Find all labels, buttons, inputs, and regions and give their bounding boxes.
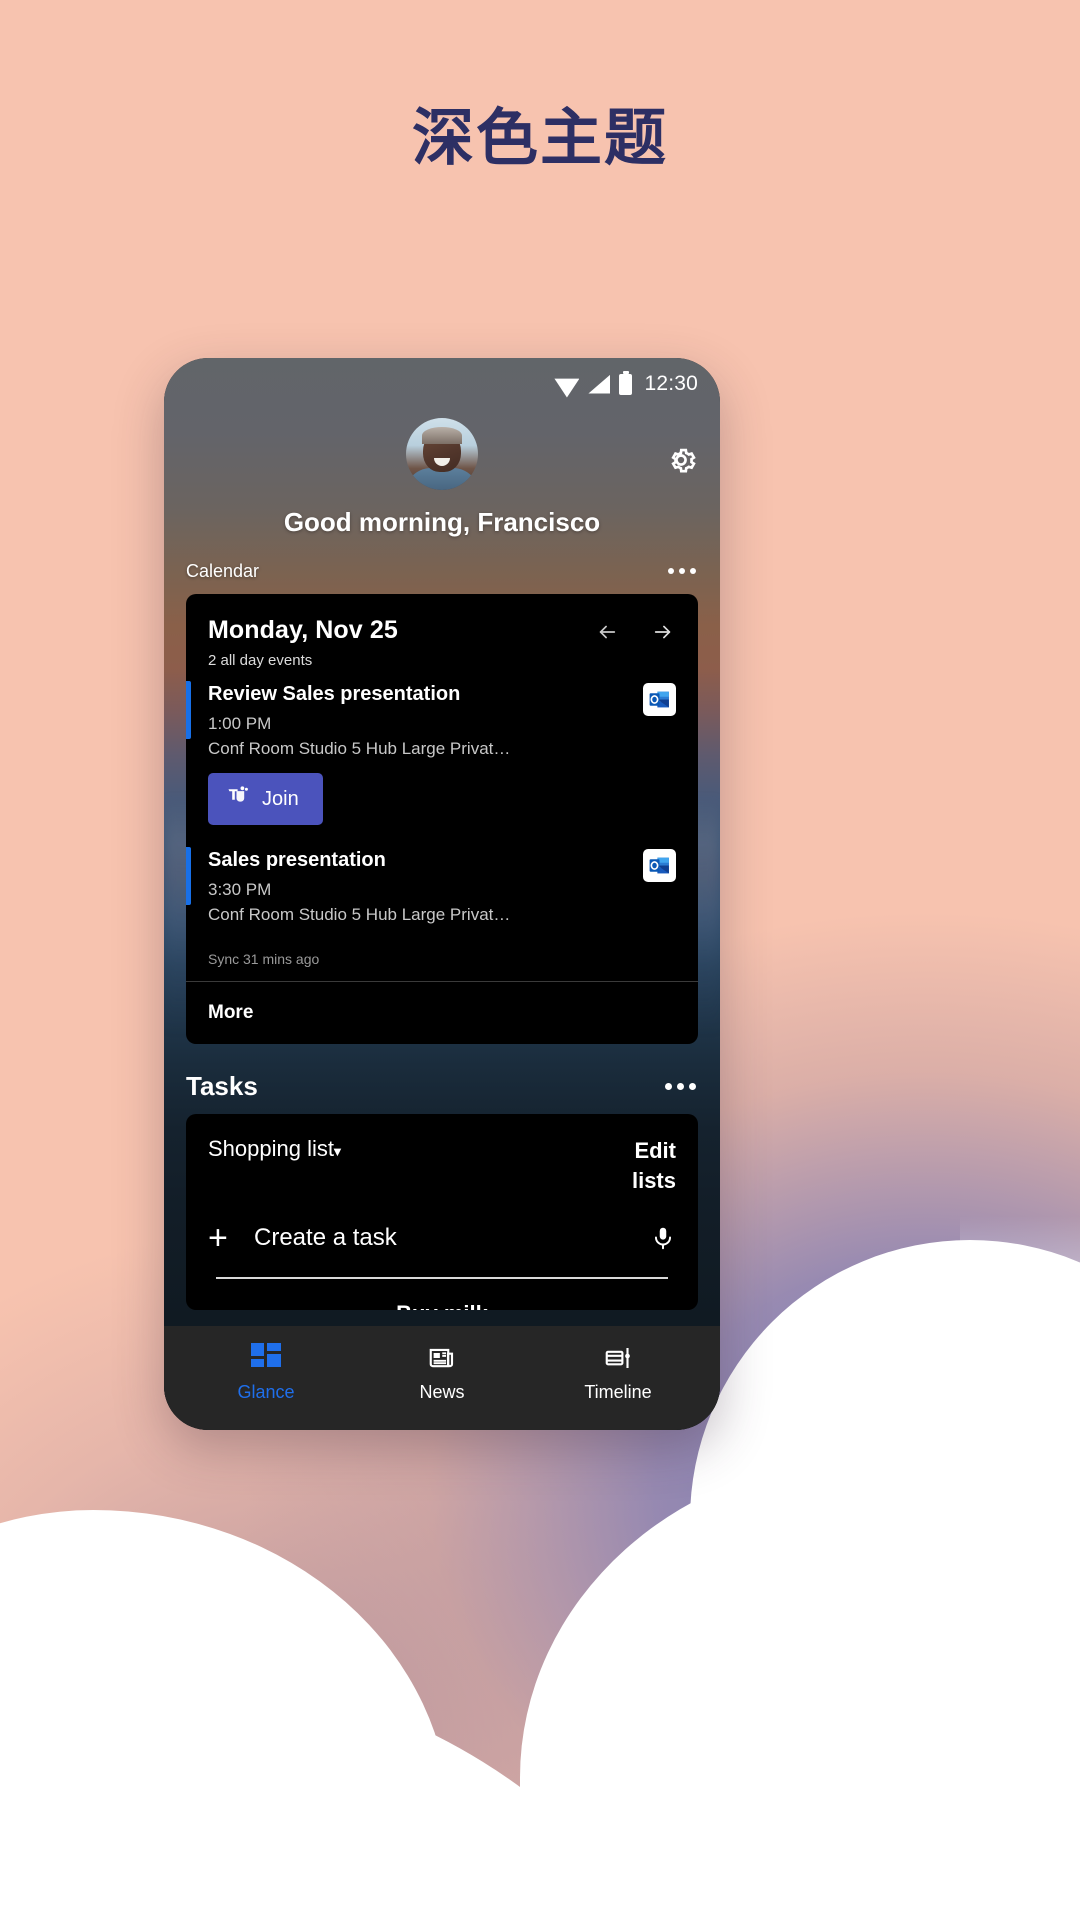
glance-content: Calendar Monday, Nov 25 2 all day events: [164, 548, 720, 1430]
tasks-section-label: Tasks: [186, 1070, 258, 1101]
avatar[interactable]: [406, 418, 478, 490]
event-accent-bar: [186, 847, 191, 905]
nav-label-news: News: [419, 1382, 465, 1402]
page-root: 深色主题 12:30 Good morning, Francisco Calen…: [0, 0, 1080, 1920]
bottom-navigation: Glance News Timeline: [164, 1326, 720, 1430]
phone-mockup: 12:30 Good morning, Francisco Calendar M…: [164, 358, 720, 1430]
profile-header: Good morning, Francisco: [164, 418, 720, 538]
create-task-row[interactable]: + Create a task: [208, 1221, 676, 1255]
greeting-text: Good morning, Francisco: [283, 507, 601, 537]
wifi-icon: [554, 375, 580, 398]
event-time: 1:00 PM: [208, 714, 272, 733]
event-title: Sales presentation: [208, 849, 386, 871]
join-button[interactable]: Join: [208, 773, 323, 825]
input-underline: [216, 1277, 668, 1279]
arrow-left-icon[interactable]: [594, 621, 620, 643]
calendar-subtitle: 2 all day events: [208, 652, 313, 669]
status-bar: 12:30: [164, 358, 720, 410]
create-task-input[interactable]: Create a task: [254, 1224, 650, 1252]
more-options-icon[interactable]: [666, 560, 698, 582]
event-location: Conf Room Studio 5 Hub Large Privat…: [208, 905, 511, 924]
chevron-down-icon: ▼: [330, 1144, 344, 1159]
calendar-section-label: Calendar: [186, 560, 260, 581]
edit-lists-button[interactable]: Edit lists: [604, 1136, 676, 1195]
battery-icon: [619, 370, 633, 395]
nav-item-timeline[interactable]: Timeline: [530, 1343, 706, 1403]
join-button-label: Join: [262, 787, 299, 810]
tasks-card: Shopping list ▼ Edit lists + Create a ta…: [186, 1114, 698, 1310]
nav-label-glance: Glance: [237, 1382, 295, 1402]
task-list-selector[interactable]: Shopping list ▼: [208, 1136, 344, 1162]
nav-item-news[interactable]: News: [354, 1343, 530, 1403]
calendar-date: Monday, Nov 25: [208, 616, 398, 644]
glance-grid-icon: [251, 1343, 281, 1373]
event-time: 3:30 PM: [208, 880, 272, 899]
cellular-signal-icon: [588, 374, 611, 394]
calendar-event[interactable]: Review Sales presentation 1:00 PM Conf R…: [186, 669, 698, 835]
teams-icon: [226, 784, 250, 814]
microphone-icon[interactable]: [650, 1222, 676, 1254]
nav-item-glance[interactable]: Glance: [178, 1343, 354, 1403]
event-title: Review Sales presentation: [208, 683, 461, 705]
task-item[interactable]: Buy milk: [208, 1301, 676, 1310]
calendar-card: Monday, Nov 25 2 all day events Review S…: [186, 594, 698, 1044]
calendar-event[interactable]: Sales presentation 3:30 PM Conf Room Stu…: [186, 835, 698, 935]
nav-label-timeline: Timeline: [584, 1382, 652, 1402]
status-bar-time: 12:30: [644, 372, 698, 395]
gear-icon[interactable]: [664, 443, 698, 477]
task-list-name: Shopping list: [208, 1136, 334, 1161]
page-title: 深色主题: [411, 104, 668, 173]
timeline-icon: [605, 1348, 630, 1368]
more-button[interactable]: More: [186, 982, 698, 1044]
more-options-icon[interactable]: [663, 1075, 698, 1098]
arrow-right-icon[interactable]: [650, 621, 676, 643]
news-icon: [429, 1348, 454, 1368]
event-location: Conf Room Studio 5 Hub Large Privat…: [208, 739, 511, 758]
event-accent-bar: [186, 681, 191, 739]
calendar-card-header: Monday, Nov 25 2 all day events: [186, 594, 698, 669]
calendar-section-header: Calendar: [164, 548, 720, 594]
outlook-icon: [643, 849, 676, 882]
sync-status: Sync 31 mins ago: [208, 951, 320, 967]
outlook-icon: [643, 683, 676, 716]
tasks-section-header: Tasks: [164, 1058, 720, 1114]
plus-icon: +: [208, 1219, 228, 1258]
